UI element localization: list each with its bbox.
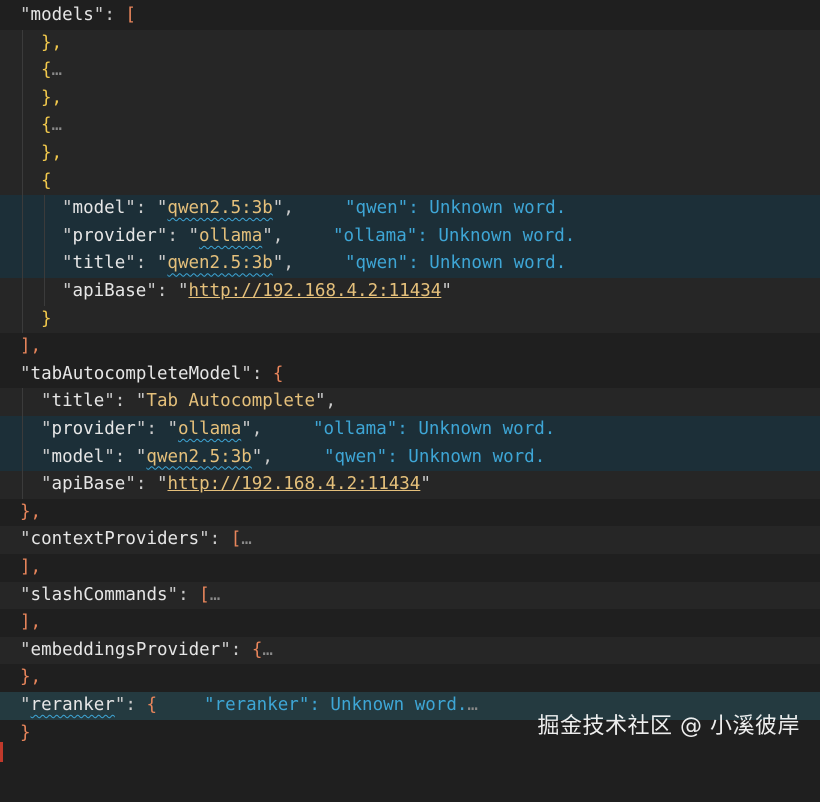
gutter-marker xyxy=(0,742,3,762)
indent-guide xyxy=(22,388,23,416)
watermark: 掘金技术社区 @ 小溪彼岸 xyxy=(537,714,800,739)
indent-guide xyxy=(44,278,45,306)
indent-guide xyxy=(22,250,23,278)
json-key: models xyxy=(30,5,94,25)
indent-guide xyxy=(44,222,45,251)
code-line[interactable]: { xyxy=(0,167,820,196)
spell-diagnostic: "qwen": Unknown word. xyxy=(324,446,546,467)
indent-guide xyxy=(44,250,45,278)
indent-guide xyxy=(44,195,45,223)
indent-guide xyxy=(22,112,23,140)
fold-ellipsis-icon[interactable]: … xyxy=(467,695,478,715)
indent-guide xyxy=(22,471,23,499)
spell-diagnostic: "qwen": Unknown word. xyxy=(345,198,567,219)
code-line[interactable]: ], xyxy=(0,554,820,582)
indent-guide xyxy=(22,57,23,85)
code-line[interactable]: ], xyxy=(0,609,820,637)
code-line-model[interactable]: "model": "qwen2.5:3b", "qwen": Unknown w… xyxy=(0,195,820,223)
code-line[interactable]: "embeddingsProvider": {… xyxy=(0,636,820,665)
model-value: qwen2.5:3b xyxy=(167,198,273,219)
fold-ellipsis-icon[interactable]: … xyxy=(210,585,221,605)
indent-guide xyxy=(22,278,23,306)
bracket: [ xyxy=(125,5,136,25)
title-value: qwen2.5:3b xyxy=(167,253,273,274)
code-line[interactable]: "tabAutocompleteModel": { xyxy=(0,361,820,389)
code-line[interactable]: }, xyxy=(0,29,820,58)
code-editor[interactable]: "models": [ }, {… }, {… }, { "model": "q… xyxy=(0,0,820,762)
indent-guide xyxy=(22,29,23,58)
code-line[interactable]: ], xyxy=(0,333,820,361)
code-line[interactable]: "slashCommands": [… xyxy=(0,581,820,610)
spell-diagnostic: "qwen": Unknown word. xyxy=(345,253,567,274)
fold-ellipsis-icon[interactable]: … xyxy=(52,60,63,80)
api-base-link[interactable]: http://192.168.4.2:11434 xyxy=(167,474,420,494)
indent-guide xyxy=(22,222,23,251)
code-line[interactable]: "apiBase": "http://192.168.4.2:11434" xyxy=(0,471,820,499)
fold-ellipsis-icon[interactable]: … xyxy=(52,115,63,135)
code-line[interactable]: "title": "Tab Autocomplete", xyxy=(0,388,820,416)
code-line[interactable]: "model": "qwen2.5:3b", "qwen": Unknown w… xyxy=(0,443,820,472)
code-line[interactable]: "models": [ xyxy=(0,2,820,30)
indent-guide xyxy=(22,140,23,168)
spell-diagnostic: "ollama": Unknown word. xyxy=(313,419,556,439)
indent-guide xyxy=(22,84,23,113)
code-line[interactable]: }, xyxy=(0,140,820,168)
code-line[interactable]: "contextProviders": [… xyxy=(0,526,820,554)
indent-guide xyxy=(22,416,23,444)
api-base-link[interactable]: http://192.168.4.2:11434 xyxy=(188,281,441,301)
indent-guide xyxy=(22,195,23,223)
json-key: tabAutocompleteModel xyxy=(30,363,242,384)
spell-diagnostic: "ollama": Unknown word. xyxy=(333,225,576,246)
code-line[interactable]: {… xyxy=(0,112,820,140)
indent-guide xyxy=(22,443,23,472)
code-line[interactable]: } xyxy=(0,305,820,334)
provider-value: ollama xyxy=(199,225,263,246)
fold-ellipsis-icon[interactable]: … xyxy=(241,529,252,549)
code-line[interactable]: "provider": "ollama", "ollama": Unknown … xyxy=(0,416,820,444)
spell-diagnostic: "reranker": Unknown word. xyxy=(204,695,468,715)
code-line-title[interactable]: "title": "qwen2.5:3b", "qwen": Unknown w… xyxy=(0,250,820,278)
code-line[interactable]: {… xyxy=(0,57,820,85)
indent-guide xyxy=(22,167,23,196)
code-line[interactable]: }, xyxy=(0,499,820,527)
fold-ellipsis-icon[interactable]: … xyxy=(262,640,273,660)
indent-guide xyxy=(22,305,23,334)
code-line-apibase[interactable]: "apiBase": "http://192.168.4.2:11434" xyxy=(0,278,820,306)
code-line[interactable]: }, xyxy=(0,664,820,692)
code-line-provider[interactable]: "provider": "ollama", "ollama": Unknown … xyxy=(0,222,820,251)
code-line[interactable]: }, xyxy=(0,84,820,113)
